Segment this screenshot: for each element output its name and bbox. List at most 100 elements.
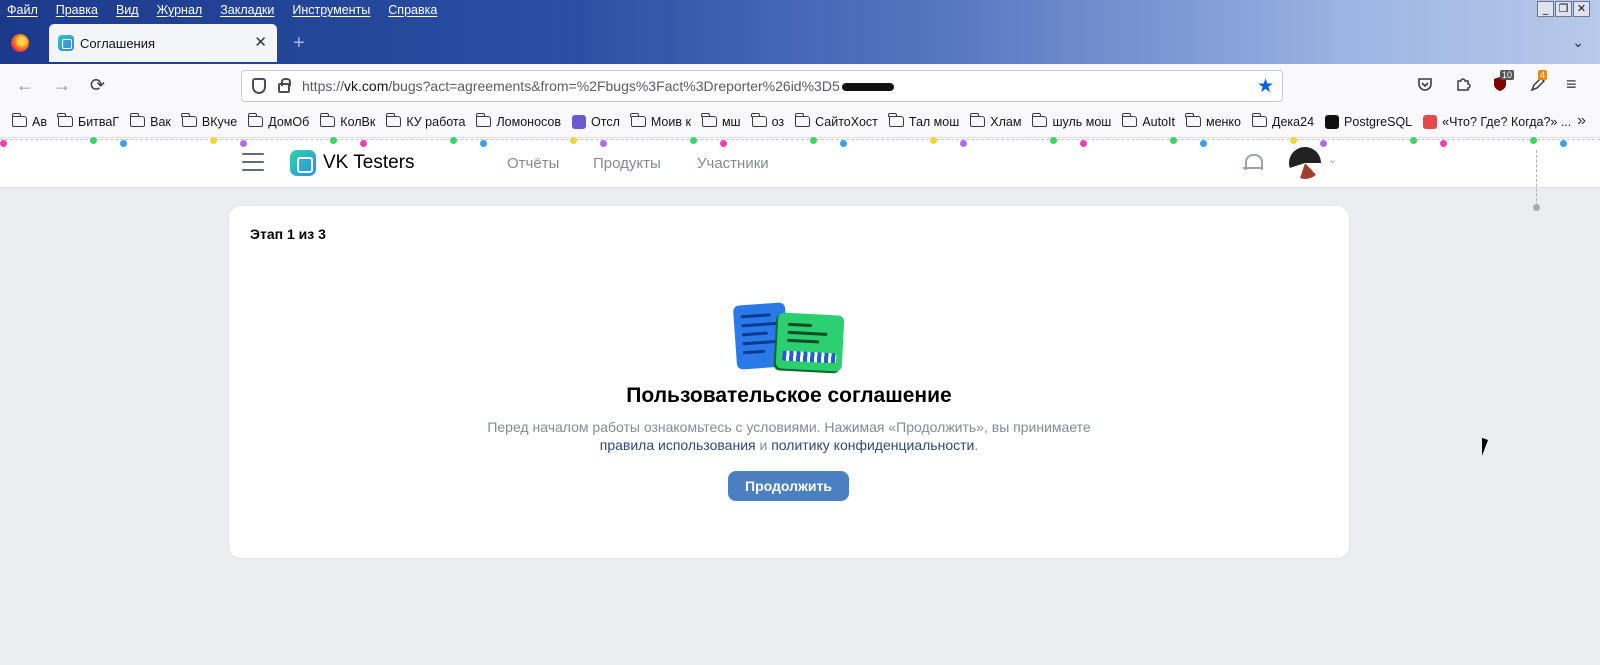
- garland-bulb: [690, 137, 697, 144]
- bookmarks-toolbar: Ав БитваГ Вак ВКуче ДомОб КолВк КУ работа Ломон…: [0, 106, 1600, 138]
- bookmark-label: КУ работа: [406, 114, 466, 129]
- bookmark-item[interactable]: КУ работа: [385, 113, 466, 129]
- tab-agreements[interactable]: Соглашения ✕: [49, 24, 277, 62]
- garland-bulb: [90, 137, 97, 144]
- bookmark-label: менко: [1205, 114, 1241, 129]
- bookmark-item[interactable]: БитваГ: [57, 113, 120, 129]
- bookmark-item[interactable]: AutoIt: [1121, 113, 1175, 129]
- garland-bulb: [1320, 140, 1327, 147]
- app-menu-icon[interactable]: ≡: [1566, 74, 1577, 95]
- new-tab-button[interactable]: +: [293, 32, 305, 55]
- reload-button[interactable]: ⟳: [90, 75, 105, 96]
- garland-bulb: [0, 140, 7, 147]
- garland-bulb: [1440, 140, 1447, 147]
- nav-members[interactable]: Участники: [697, 155, 769, 172]
- back-button[interactable]: ←: [16, 75, 34, 96]
- bookmark-item[interactable]: Моив к: [630, 113, 691, 129]
- extension-pen-icon[interactable]: 4: [1530, 70, 1548, 97]
- lock-icon[interactable]: [278, 78, 291, 93]
- garland-bulb: [570, 137, 577, 144]
- bookmark-item[interactable]: ДомОб: [247, 113, 309, 129]
- garland-bulb: [480, 140, 487, 147]
- folder-icon: [475, 113, 492, 127]
- folder-icon: [969, 113, 986, 127]
- bookmarks-overflow-chevron-icon[interactable]: »: [1577, 112, 1586, 130]
- close-window-button[interactable]: ✕: [1573, 1, 1590, 17]
- folder-icon: [751, 113, 767, 127]
- bookmark-item[interactable]: шуль мош: [1031, 113, 1111, 129]
- hanging-light-bulb: [1533, 204, 1540, 211]
- garland-bulb: [1290, 137, 1297, 144]
- documents-illustration-icon: [732, 302, 845, 376]
- garland-bulb: [210, 137, 217, 144]
- bookmark-item[interactable]: Дека24: [1251, 113, 1315, 129]
- bookmark-item[interactable]: Ав: [11, 113, 47, 129]
- menu-bookmarks[interactable]: Закладки: [220, 3, 274, 17]
- tracking-protection-shield-icon[interactable]: [252, 78, 266, 94]
- bookmark-label: AutoIt: [1142, 114, 1175, 129]
- bookmark-item[interactable]: СайтоХост: [794, 113, 878, 129]
- vk-testers-logo-icon[interactable]: [290, 150, 316, 176]
- avatar[interactable]: [1289, 147, 1321, 179]
- url-path: /bugs?act=agreements&from=%2Fbugs%3Fact%…: [388, 78, 840, 94]
- garland-bulb: [1560, 140, 1567, 147]
- ublock-badge: 10: [1500, 70, 1515, 80]
- tab-close-icon[interactable]: ✕: [254, 33, 267, 51]
- folder-icon: [630, 113, 646, 127]
- forward-button[interactable]: →: [53, 75, 71, 96]
- bookmark-item[interactable]: Отсл: [572, 114, 620, 129]
- list-tabs-chevron-icon[interactable]: ⌄: [1572, 34, 1584, 51]
- menu-help[interactable]: Справка: [388, 3, 437, 17]
- site-favicon-icon: [572, 114, 587, 129]
- ublock-icon[interactable]: 10: [1492, 70, 1515, 97]
- menu-history[interactable]: Журнал: [157, 3, 203, 17]
- url-redaction: [841, 83, 894, 92]
- bookmark-label: Дека24: [1272, 114, 1315, 129]
- window-titlebar: Файл Правка Вид Журнал Закладки Инструме…: [0, 0, 1600, 64]
- avatar-chevron-icon[interactable]: ⌄: [1328, 153, 1337, 166]
- bookmark-item[interactable]: ВКуче: [181, 113, 237, 129]
- privacy-policy-link[interactable]: политику конфиденциальности: [771, 437, 974, 453]
- menu-file[interactable]: Файл: [7, 3, 38, 17]
- notifications-bell-icon[interactable]: [1243, 152, 1263, 172]
- holiday-lights-garland: [0, 136, 1600, 150]
- garland-bulb: [360, 140, 367, 147]
- menu-tools[interactable]: Инструменты: [292, 3, 370, 17]
- firefox-icon[interactable]: [11, 34, 29, 52]
- bookmark-item[interactable]: КолВк: [319, 113, 375, 129]
- url-bar[interactable]: https://vk.com/bugs?act=agreements&from=…: [241, 70, 1283, 102]
- minimize-button[interactable]: _: [1537, 1, 1554, 17]
- bookmark-item[interactable]: Ломоносов: [475, 113, 561, 129]
- garland-bulb: [1530, 137, 1537, 144]
- bookmark-label: мш: [721, 114, 741, 129]
- continue-button[interactable]: Продолжить: [728, 471, 849, 501]
- terms-of-use-link[interactable]: правила использования: [600, 437, 756, 453]
- folder-icon: [794, 113, 811, 127]
- menu-edit[interactable]: Правка: [56, 3, 98, 17]
- brand-title[interactable]: VK Testers: [323, 152, 415, 174]
- bookmark-item[interactable]: Вак: [129, 113, 171, 129]
- garland-bulb: [960, 140, 967, 147]
- bookmark-item[interactable]: Тал мош: [888, 113, 959, 129]
- bookmark-item[interactable]: «Что? Где? Когда?» ...: [1423, 114, 1571, 129]
- bookmark-item[interactable]: мш: [701, 113, 741, 129]
- bookmark-label: Вак: [150, 114, 171, 129]
- bookmark-item[interactable]: Хлам: [969, 113, 1021, 129]
- bookmark-item[interactable]: PostgreSQL: [1325, 114, 1412, 129]
- folder-icon: [129, 113, 146, 127]
- garland-bulb: [930, 137, 937, 144]
- extensions-puzzle-icon[interactable]: [1455, 76, 1471, 97]
- hamburger-menu-icon[interactable]: [242, 153, 264, 171]
- agreement-description: Перед началом работы ознакомьтесь с усло…: [229, 418, 1349, 454]
- bookmark-item[interactable]: менко: [1185, 113, 1241, 129]
- maximize-button[interactable]: ❐: [1555, 1, 1572, 17]
- garland-bulb: [1050, 137, 1057, 144]
- menu-view[interactable]: Вид: [116, 3, 139, 17]
- nav-reports[interactable]: Отчёты: [507, 155, 559, 172]
- bookmark-star-icon[interactable]: ★: [1257, 75, 1274, 98]
- nav-products[interactable]: Продукты: [593, 155, 661, 172]
- pocket-icon[interactable]: [1417, 76, 1433, 97]
- bookmark-item[interactable]: оз: [751, 113, 784, 129]
- bookmark-label: БитваГ: [77, 114, 120, 129]
- url-text[interactable]: https://vk.com/bugs?act=agreements&from=…: [302, 78, 894, 94]
